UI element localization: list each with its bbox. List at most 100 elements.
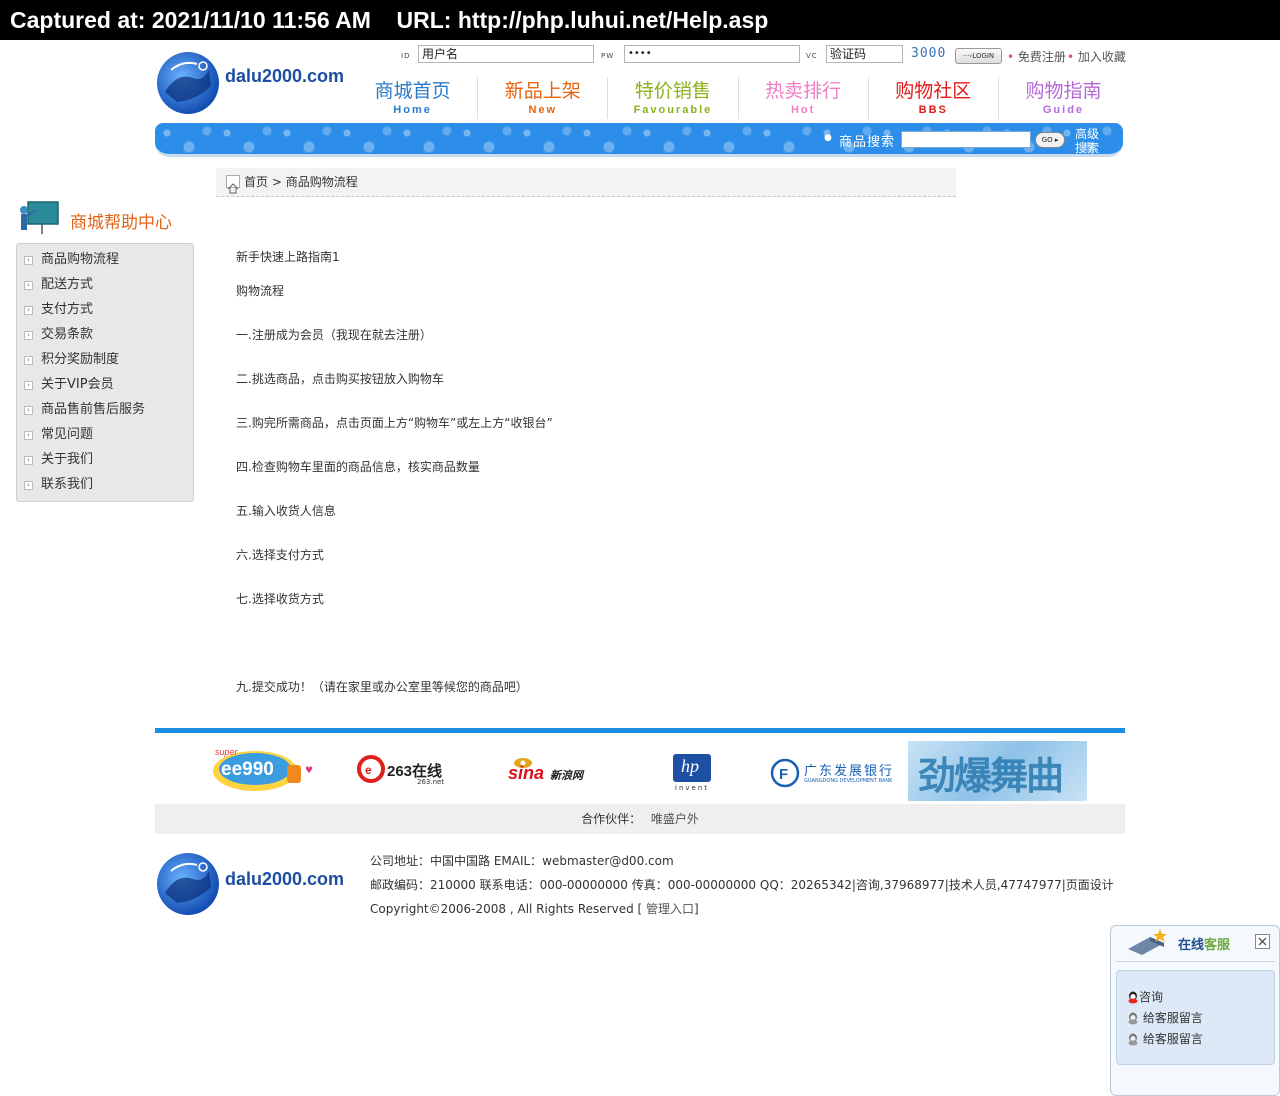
register-link[interactable]: • 免费注册	[1007, 48, 1066, 65]
qq-icon	[1127, 991, 1139, 1004]
search-input[interactable]	[901, 131, 1031, 148]
online-service-title: 在线客服	[1178, 934, 1230, 953]
arrow-icon: ›	[24, 331, 33, 340]
nav-favourable-label: 特价销售	[634, 80, 711, 102]
help-item-payment[interactable]: › 支付方式	[17, 297, 193, 322]
help-item-faq[interactable]: › 常见问题	[17, 422, 193, 447]
article-step: 九.提交成功！（请在家里或办公室里等候您的商品吧）	[236, 680, 528, 694]
arrow-icon: ›	[24, 381, 33, 390]
help-item-label: 支付方式	[41, 302, 94, 317]
nav-hot[interactable]: 热卖排行 Hot	[739, 79, 868, 117]
help-item-service[interactable]: › 商品售前售后服务	[17, 397, 193, 422]
help-item-shopping-process[interactable]: › 商品购物流程	[17, 247, 193, 272]
nav-guide[interactable]: 购物指南 Guide	[999, 79, 1128, 117]
help-item-contact[interactable]: › 联系我们	[17, 472, 193, 497]
gdb-en: GUANGDONG DEVELOPMENT BANK	[804, 778, 893, 784]
admin-link[interactable]: 管理入口	[646, 902, 694, 916]
nav-home-label: 商城首页	[374, 80, 451, 102]
advanced-search-link[interactable]: 高级 搜索	[1075, 127, 1099, 155]
password-input[interactable]: ••••	[624, 45, 800, 63]
breadcrumb-home-link[interactable]: 首页	[244, 175, 268, 189]
captcha-image: 3000	[911, 46, 947, 61]
footer-logo: dalu2000.com	[155, 851, 345, 917]
help-item-points[interactable]: › 积分奖励制度	[17, 347, 193, 372]
article-step: 一.注册成为会员（我现在就去注册）	[236, 328, 432, 342]
hp-text: hp	[681, 756, 699, 776]
article-subheading: 购物流程	[236, 284, 285, 298]
close-icon[interactable]	[1255, 934, 1270, 949]
nav-favourable[interactable]: 特价销售 Favourable	[608, 79, 737, 117]
partner-banner[interactable]: 劲爆舞曲	[908, 741, 1087, 801]
article-step: 七.选择收货方式	[236, 592, 324, 606]
arrow-icon: ›	[24, 356, 33, 365]
hp-sub: invent	[675, 784, 710, 792]
help-item-delivery[interactable]: › 配送方式	[17, 272, 193, 297]
help-item-label: 关于我们	[41, 452, 94, 467]
arrow-icon: ›	[24, 456, 33, 465]
id-label: ID	[401, 52, 411, 60]
help-item-vip[interactable]: › 关于VIP会员	[17, 372, 193, 397]
cs-item-label: 给客服留言	[1142, 1032, 1203, 1046]
verify-code-input[interactable]: 验证码	[826, 45, 903, 63]
help-item-terms[interactable]: › 交易条款	[17, 322, 193, 347]
article-step: 二.挑选商品，点击购买按钮放入购物车	[236, 372, 444, 386]
help-item-label: 商品售前售后服务	[41, 402, 146, 417]
partner-bar: 合作伙伴： 唯盛户外	[155, 804, 1125, 834]
nav-bbs[interactable]: 购物社区 BBS	[869, 79, 998, 117]
help-item-label: 积分奖励制度	[41, 352, 120, 367]
svg-text:F: F	[779, 766, 788, 783]
partner-logo-gdb[interactable]: F 广东发展银行 GUANGDONG DEVELOPMENT BANK	[770, 758, 905, 790]
home-icon	[226, 175, 240, 194]
favorite-link[interactable]: • 加入收藏	[1067, 48, 1126, 65]
capture-info-bar: Captured at: 2021/11/10 11:56 AM URL: ht…	[0, 0, 1280, 40]
partner-logo-hp[interactable]: hp invent	[670, 752, 714, 796]
partner-logo-263[interactable]: e 263在线 263.net	[357, 755, 457, 787]
nav-new[interactable]: 新品上架 New	[478, 79, 607, 117]
breadcrumb-current: 商品购物流程	[285, 175, 358, 189]
cs-leave-message[interactable]: 给客服留言	[1127, 1009, 1203, 1026]
search-bullet-icon: ●	[824, 133, 832, 143]
article-step: 三.购完所需商品，点击页面上方“购物车”或左上方“收银台”	[236, 416, 553, 430]
username-input[interactable]: 用户名	[418, 45, 594, 63]
article-step: 六.选择支付方式	[236, 548, 324, 562]
cs-item-label: 咨询	[1139, 990, 1164, 1004]
nav-hot-label: 热卖排行	[765, 80, 842, 102]
service-icon	[1124, 927, 1174, 957]
arrow-icon: ›	[24, 256, 33, 265]
partner-logo-ee990[interactable]: ♥ super ee990	[207, 743, 317, 795]
cs-item-label: 给客服留言	[1142, 1011, 1203, 1025]
help-item-about[interactable]: › 关于我们	[17, 447, 193, 472]
breadcrumb-separator: >	[271, 175, 282, 189]
partner-logo-sina[interactable]: sina 新浪网	[508, 755, 598, 787]
article-step: 五.输入收货人信息	[236, 504, 336, 518]
partner-263-sub: 263.net	[417, 778, 445, 786]
favorite-label: 加入收藏	[1077, 50, 1126, 64]
partner-label: 合作伙伴：	[581, 812, 642, 826]
help-center-title: 商城帮助中心	[70, 213, 172, 233]
help-item-label: 商品购物流程	[41, 252, 120, 267]
advanced-search-line2: 搜索	[1075, 141, 1100, 155]
title-part-b: 客服	[1204, 938, 1231, 953]
widget-divider	[1116, 961, 1275, 962]
ee990-text: ee990	[221, 759, 274, 780]
sina-text: sina	[508, 763, 545, 783]
nav-guide-label: 购物指南	[1025, 80, 1102, 102]
footer-logo-text: dalu2000.com	[225, 869, 345, 889]
nav-guide-sub: Guide	[1042, 104, 1085, 116]
footer-copyright: Copyright©2006-2008 , All Rights Reserve…	[370, 900, 699, 917]
pw-label: PW	[601, 52, 615, 60]
cs-leave-message[interactable]: 给客服留言	[1127, 1030, 1203, 1047]
partner-link[interactable]: 唯盛户外	[651, 812, 699, 826]
arrow-icon: ›	[24, 481, 33, 490]
logo-globe-icon	[157, 52, 219, 114]
site-logo[interactable]: dalu2000.com	[155, 50, 345, 116]
nav-home-sub: Home	[393, 104, 432, 116]
nav-home[interactable]: 商城首页 Home	[348, 79, 477, 117]
search-go-button[interactable]: GO ▸	[1035, 132, 1065, 148]
breadcrumb: 首页 > 商品购物流程	[216, 168, 956, 197]
help-item-label: 联系我们	[41, 477, 94, 492]
cs-consult[interactable]: 咨询	[1127, 988, 1163, 1005]
qq-offline-icon	[1127, 1012, 1139, 1025]
login-button[interactable]: ···›LOGIN	[955, 48, 1002, 64]
nav-new-label: 新品上架	[504, 80, 581, 102]
